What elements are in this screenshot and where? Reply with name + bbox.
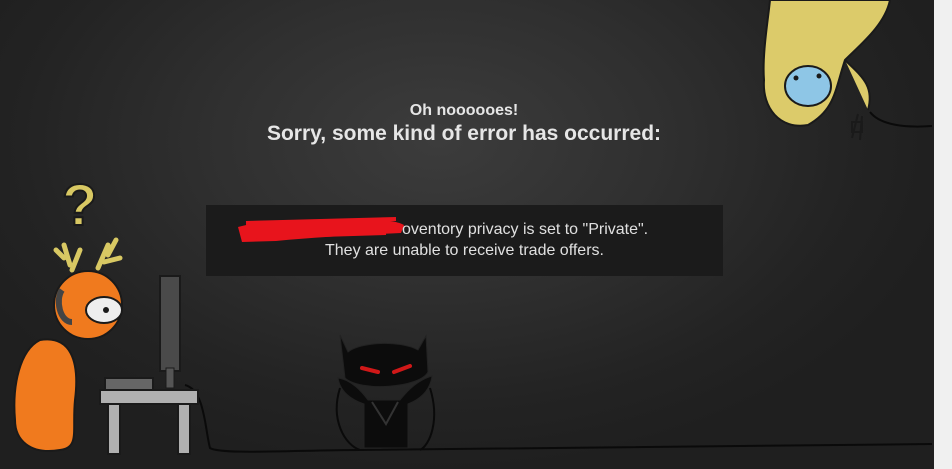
desk: [99, 389, 199, 405]
black-cat-figure: [337, 334, 433, 449]
question-mark-icon: ?: [62, 173, 97, 238]
cable-right: [419, 387, 436, 451]
ghost-cable: [869, 111, 933, 128]
monitor: [159, 275, 181, 372]
illustration-layer: ?: [13, 0, 933, 455]
orange-deer-figure: [13, 237, 123, 452]
cable: [184, 384, 933, 453]
yellow-ghost-figure: [762, 0, 892, 141]
keyboard: [104, 377, 154, 391]
